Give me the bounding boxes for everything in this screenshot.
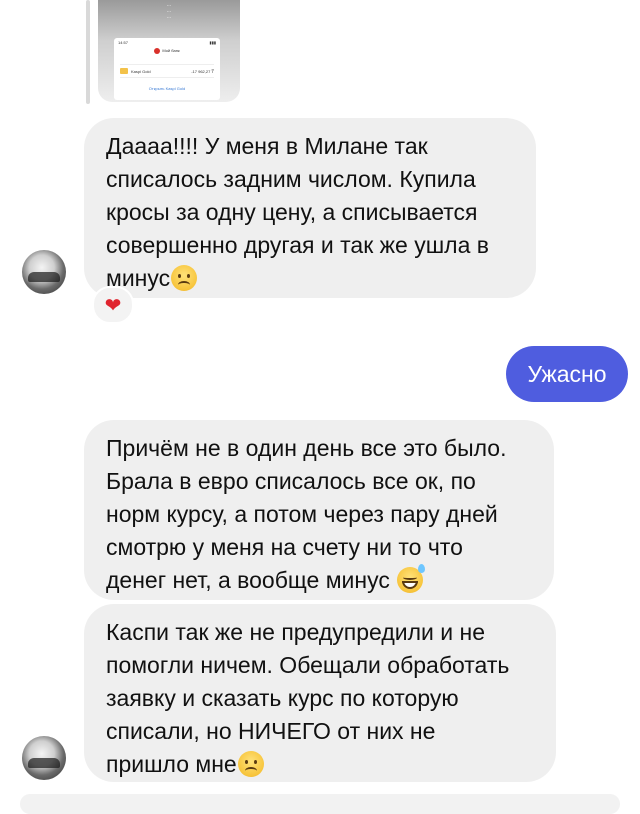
message-line: Даааа!!!! У меня в Милане так	[106, 133, 428, 159]
card-amount: -17 962,27 ₸	[191, 68, 214, 74]
sender-avatar[interactable]	[22, 736, 66, 780]
bank-logo-icon	[154, 48, 161, 54]
message-text: Ужасно	[527, 360, 607, 387]
sad-face-emoji-icon	[171, 265, 198, 291]
incoming-message-bubble[interactable]: Причём не в один день все это было. Брал…	[84, 420, 554, 600]
sweat-drop-icon	[418, 564, 426, 573]
sender-avatar[interactable]	[22, 250, 66, 294]
message-line: денег нет, а вообще минус	[106, 567, 390, 593]
message-line: Причём не в один день все это было.	[106, 435, 507, 461]
phone-signal-icon: ▮▮▮	[209, 40, 216, 45]
story-phone-screenshot: 14:57 ▮▮▮ Мой банк Kaspi Gold -17 962,27…	[114, 38, 220, 100]
phone-card-row: Kaspi Gold -17 962,27 ₸	[120, 64, 214, 78]
card-icon	[120, 68, 128, 74]
message-line: списали, но НИЧЕГО от них не	[106, 718, 436, 744]
card-label: Kaspi Gold	[131, 68, 151, 74]
story-caption: ... ... ...	[166, 2, 172, 20]
outgoing-message-bubble[interactable]: Ужасно	[506, 346, 628, 402]
message-line: норм курсу, а потом через пару дней	[106, 501, 498, 527]
heart-reaction[interactable]: ❤	[92, 286, 134, 324]
story-preview[interactable]: ... ... ... 14:57 ▮▮▮ Мой банк Kaspi Gol…	[98, 0, 240, 102]
incoming-message-bubble[interactable]: Даааа!!!! У меня в Милане так списалось …	[84, 118, 536, 298]
message-line: заявку и сказать курс по которую	[106, 685, 459, 711]
message-line: Брала в евро списалось все ок, по	[106, 468, 476, 494]
message-line: списалось задним числом. Купила	[106, 166, 476, 192]
heart-icon: ❤	[104, 294, 122, 317]
message-line: кросы за одну цену, а списывается	[106, 199, 478, 225]
message-line: помогли ничем. Обещали обработать	[106, 652, 510, 678]
grin-sweat-emoji-icon	[397, 564, 426, 593]
incoming-message-bubble[interactable]: Каспи так же не предупредили и не помогл…	[84, 604, 556, 782]
phone-link: Открыть Kaspi Gold	[148, 86, 186, 91]
sad-face-emoji-icon	[237, 751, 264, 777]
message-line: совершенно другая и так же ушла в	[106, 232, 489, 258]
message-line: пришло мне	[106, 751, 237, 777]
message-line: смотрю у меня на счету ни то что	[106, 534, 463, 560]
phone-status-bar: 14:57 ▮▮▮	[118, 40, 216, 45]
next-message-bubble-edge	[20, 794, 620, 814]
reply-quote-bar	[86, 0, 90, 104]
message-line: Каспи так же не предупредили и не	[106, 619, 485, 645]
phone-time: 14:57	[118, 40, 129, 45]
bank-name: Мой банк	[162, 48, 180, 54]
phone-header: Мой банк	[114, 48, 220, 54]
